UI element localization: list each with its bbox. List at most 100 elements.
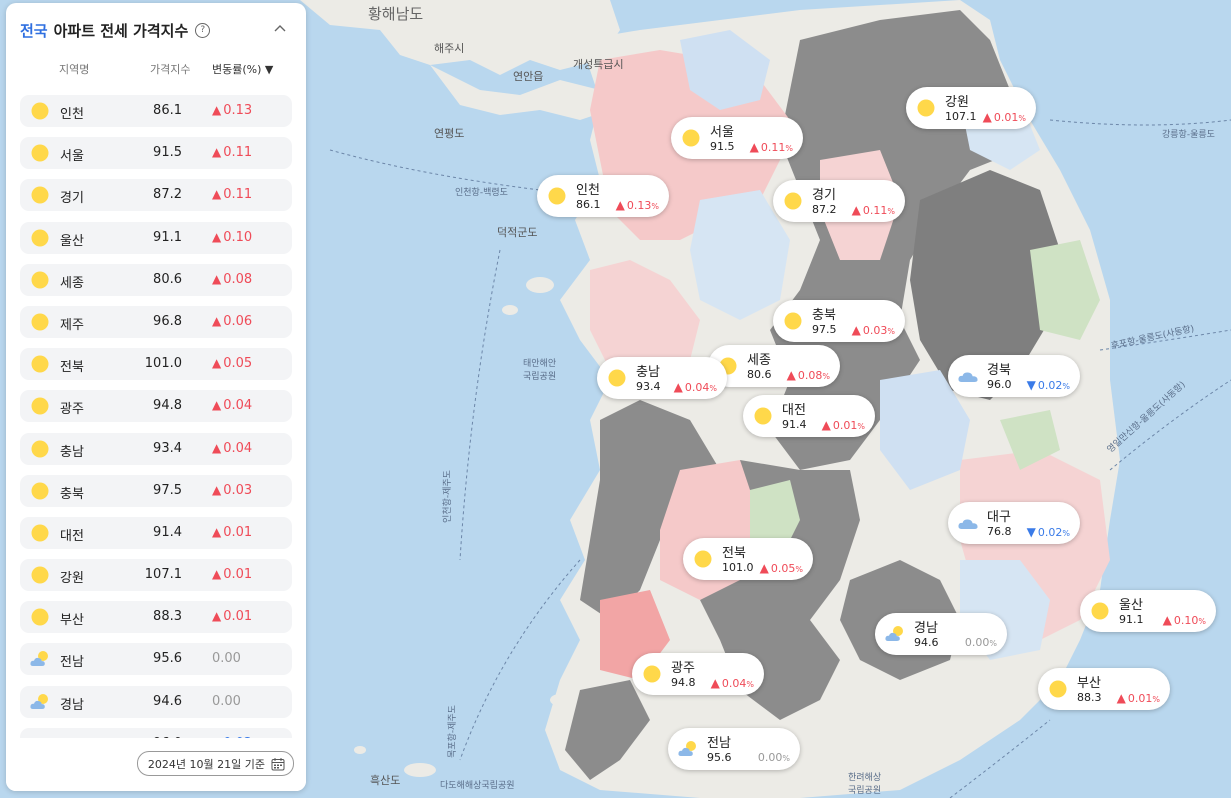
date-picker-button[interactable]: 2024년 10월 21일 기준 [136,751,294,776]
region-list[interactable]: 인천 86.1 ▲ 0.13 서울 91.5 ▲ 0.11 경기 87.2 ▲ 0.11 울산 91.1 ▲… [20,95,292,738]
region-name: 전북 [60,360,84,376]
triangle-up-icon: ▲ [212,567,222,582]
region-bubble[interactable]: 서울 91.5 ▲ 0.11% [671,117,803,159]
panel-header: 전국 아파트 전세 가격지수 ? [20,15,292,45]
partly-cloudy-icon [30,693,48,709]
triangle-up-icon: ▲ [212,524,222,539]
region-row[interactable]: 제주 96.8 ▲ 0.06 [20,305,292,338]
change-rate: ▲ 0.11% [750,140,793,154]
region-bubble[interactable]: 강원 107.1 ▲ 0.01% [906,87,1036,129]
change-value: 0.05 [770,562,796,575]
change-rate: ▲ 0.08% [787,368,830,382]
change-rate: ▲ 0.11 [212,145,252,160]
region-name: 충남 [60,444,84,460]
change-rate: ▼ 0.02% [1027,525,1070,539]
percent-unit: % [782,754,790,763]
region-name: 인천 [576,183,600,198]
region-name: 제주 [60,317,84,333]
region-row[interactable]: 충남 93.4 ▲ 0.04 [20,432,292,465]
region-name: 경남 [914,621,938,636]
triangle-up-icon: ▲ [1116,691,1126,705]
change-value: 0.01 [993,111,1019,124]
change-value: 0.01 [223,567,253,583]
region-row[interactable]: 전남 95.6 0.00 [20,643,292,676]
region-bubble[interactable]: 경남 94.6 0.00% [875,613,1007,655]
region-bubble[interactable]: 광주 94.8 ▲ 0.04% [632,653,764,695]
sun-icon [31,186,49,204]
region-name: 경북 [60,736,84,738]
region-row[interactable]: 부산 88.3 ▲ 0.01 [20,601,292,634]
change-rate: ▲ 0.01% [822,418,865,432]
price-index-value: 76.8 [987,525,1012,538]
change-rate: ▲ 0.04 [212,398,252,413]
region-row[interactable]: 충북 97.5 ▲ 0.03 [20,474,292,507]
change-rate: ▲ 0.04 [212,441,252,456]
region-bubble[interactable]: 충북 97.5 ▲ 0.03% [773,300,905,342]
price-index-value: 94.6 [153,693,182,709]
region-bubble[interactable]: 전북 101.0 ▲ 0.05% [683,538,813,580]
chevron-up-icon[interactable] [272,21,288,37]
sun-icon [31,482,49,500]
region-row[interactable]: 경기 87.2 ▲ 0.11 [20,179,292,212]
region-bubble[interactable]: 부산 88.3 ▲ 0.01% [1038,668,1170,710]
price-index-value: 88.3 [153,609,182,625]
price-index-value: 101.0 [722,561,754,574]
map-label: 개성특급시 [573,58,624,71]
region-bubble[interactable]: 경기 87.2 ▲ 0.11% [773,180,905,222]
change-value: 0.02 [223,736,252,738]
sun-icon [31,313,49,331]
island-1 [526,277,554,293]
sun-icon [694,550,712,568]
percent-unit: % [785,144,793,153]
region-row[interactable]: 경북 96.0 ▼0.02 [20,727,292,738]
region-row[interactable]: 세종 80.6 ▲ 0.08 [20,263,292,296]
sun-icon [1049,680,1067,698]
map-label: 다도해해상국립공원 [440,781,515,791]
region-bubble[interactable]: 경북 96.0 ▼ 0.02% [948,355,1080,397]
column-header-change-sort[interactable]: 변동률(%) ▼ [212,61,273,77]
price-index-value: 87.2 [812,203,837,216]
region-bubble[interactable]: 전남 95.6 0.00% [668,728,800,770]
region-bubble[interactable]: 인천 86.1 ▲ 0.13% [537,175,669,217]
change-rate: ▲ 0.01 [212,567,252,582]
sun-icon [31,229,49,247]
region-row[interactable]: 울산 91.1 ▲ 0.10 [20,221,292,254]
region-bubble[interactable]: 충남 93.4 ▲ 0.04% [597,357,727,399]
region-row[interactable]: 대전 91.4 ▲ 0.01 [20,516,292,549]
region-bubble[interactable]: 대전 91.4 ▲ 0.01% [743,395,875,437]
partly-cloudy-icon [30,651,48,667]
region-row[interactable]: 광주 94.8 ▲ 0.04 [20,390,292,423]
change-rate: ▲ 0.06 [212,314,252,329]
region-row[interactable]: 인천 86.1 ▲ 0.13 [20,95,292,127]
sun-icon [682,129,700,147]
region-row[interactable]: 전북 101.0 ▲ 0.05 [20,348,292,381]
price-index-value: 91.5 [710,140,735,153]
region-row[interactable]: 경남 94.6 0.00 [20,685,292,718]
sun-icon [31,524,49,542]
price-index-value: 93.4 [636,380,661,393]
percent-unit: % [887,327,895,336]
question-circle-icon[interactable]: ? [195,22,211,38]
change-value: 0.11 [862,204,888,217]
change-value: 0.13 [223,103,253,118]
sun-icon [31,355,49,373]
region-bubble[interactable]: 대구 76.8 ▼ 0.02% [948,502,1080,544]
region-name: 부산 [1077,676,1101,691]
island-4 [404,763,436,777]
price-index-value: 91.1 [153,229,182,245]
change-value: 0.04 [721,677,747,690]
region-name: 충북 [60,486,84,502]
change-rate: 0.00 [212,694,241,709]
region-row[interactable]: 강원 107.1 ▲ 0.01 [20,559,292,592]
region-row[interactable]: 서울 91.5 ▲ 0.11 [20,137,292,170]
triangle-down-icon: ▼ [1026,525,1036,539]
region-bubble[interactable]: 울산 91.1 ▲ 0.10% [1080,590,1216,632]
region-name: 광주 [671,661,695,676]
price-index-value: 94.6 [914,636,939,649]
scope-selector[interactable]: 전국 [20,20,48,41]
change-rate: ▲ 0.01 [212,609,252,624]
price-index-value: 86.1 [576,198,601,211]
percent-unit: % [1062,382,1070,391]
change-rate: ▲ 0.01% [983,110,1026,124]
region-bubble[interactable]: 세종 80.6 ▲ 0.08% [708,345,840,387]
